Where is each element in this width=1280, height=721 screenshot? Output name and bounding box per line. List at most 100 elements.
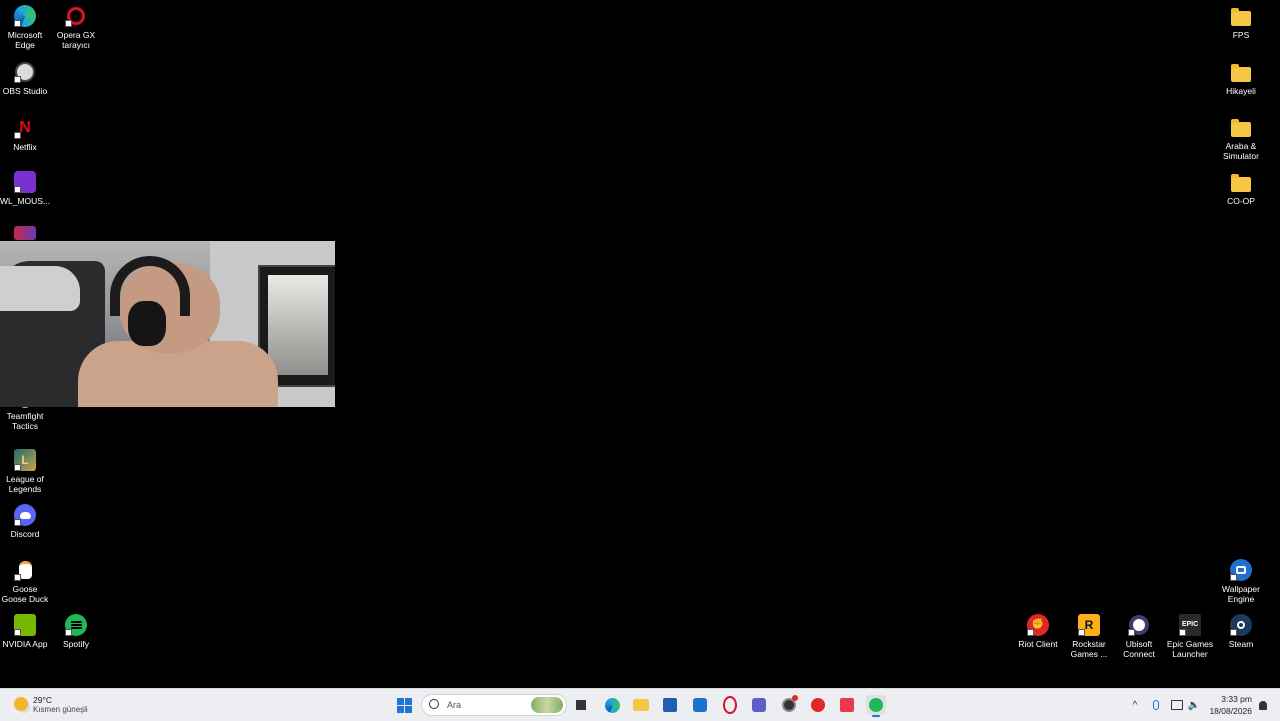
taskbar-valorant[interactable] xyxy=(837,695,857,715)
desktop-icon-mouse-app[interactable]: WL_MOUS... xyxy=(0,171,50,206)
desktop-icon-folder-hikayeli[interactable]: Hikayeli xyxy=(1216,61,1266,96)
desktop-icon-goose[interactable]: Goose Goose Duck xyxy=(0,559,50,604)
desktop-icon-discord[interactable]: Discord xyxy=(0,504,50,539)
search-highlight-icon xyxy=(531,697,563,713)
folder-icon xyxy=(1230,171,1252,193)
desktop-icon-label: Rockstar Games ... xyxy=(1070,639,1108,659)
clock-time: 3:33 pm xyxy=(1221,694,1252,704)
file-explorer-icon xyxy=(633,699,649,711)
desktop-icon-ubisoft[interactable]: Ubisoft Connect xyxy=(1114,614,1164,659)
desktop-icon-label: Hikayeli xyxy=(1226,86,1256,96)
taskbar-file-explorer[interactable] xyxy=(631,695,651,715)
desktop-icon-edge[interactable]: Microsoft Edge xyxy=(0,5,50,50)
desktop-icon-label: Riot Client xyxy=(1018,639,1058,649)
desktop-icon-label: NVIDIA App xyxy=(2,639,48,649)
tray-overflow-chevron-up-icon[interactable]: ^ xyxy=(1128,698,1142,712)
ubisoft-icon xyxy=(1128,614,1150,636)
desktop-icon-folder-coop[interactable]: CO-OP xyxy=(1216,171,1266,206)
desktop-icon-steam[interactable]: Steam xyxy=(1216,614,1266,649)
search-input[interactable]: Ara xyxy=(447,700,461,710)
active-indicator xyxy=(872,715,880,717)
desktop-icon-epic[interactable]: EPIC Epic Games Launcher xyxy=(1165,614,1215,659)
desktop-icon-nvidia[interactable]: NVIDIA App xyxy=(0,614,50,649)
task-view-icon xyxy=(576,700,586,710)
epic-icon: EPIC xyxy=(1179,614,1201,636)
outlook-icon xyxy=(693,698,707,712)
folder-icon xyxy=(1230,5,1252,27)
clock[interactable]: 3:33 pm 18/08/2026 xyxy=(1206,694,1252,716)
taskbar-spotify[interactable] xyxy=(866,695,886,717)
store-icon xyxy=(663,698,677,712)
weather-temp: 29°C xyxy=(33,695,52,705)
riot-icon: ✊ xyxy=(1027,614,1049,636)
desktop-icon-league[interactable]: L League of Legends xyxy=(0,449,50,494)
desktop-icon-label: OBS Studio xyxy=(2,86,48,96)
desktop: Microsoft Edge Opera GX tarayıcı OBS Stu… xyxy=(0,0,1280,688)
desktop-icon-label: CO-OP xyxy=(1227,196,1255,206)
webcam-feed xyxy=(0,241,335,407)
desktop-icon-label: Opera GX tarayıcı xyxy=(56,30,96,50)
opera-gx-icon xyxy=(723,696,737,714)
teams-icon xyxy=(752,698,766,712)
netflix-icon: N xyxy=(14,117,36,139)
desktop-icon-netflix[interactable]: N Netflix xyxy=(0,117,50,153)
headphone-earcup xyxy=(128,301,166,346)
clock-date: 18/08/2026 xyxy=(1209,706,1252,716)
volume-icon[interactable]: 🔈 xyxy=(1187,698,1201,712)
taskbar-search[interactable]: Ara xyxy=(421,694,567,716)
folder-icon xyxy=(1230,116,1252,138)
desktop-icon-folder-fps[interactable]: FPS xyxy=(1216,5,1266,40)
league-icon: L xyxy=(14,449,36,471)
windows-icon xyxy=(396,697,412,713)
rockstar-icon: R xyxy=(1078,614,1100,636)
desktop-icon-label: Netflix xyxy=(13,142,37,152)
desktop-icon-label: Ubisoft Connect xyxy=(1123,639,1155,659)
desktop-icon-spotify[interactable]: Spotify xyxy=(51,614,101,649)
notification-bell-icon[interactable] xyxy=(1256,698,1270,712)
desktop-icon-label: FPS xyxy=(1232,30,1250,40)
taskbar-edge[interactable] xyxy=(602,695,622,715)
taskbar-riot[interactable] xyxy=(808,695,828,715)
desktop-icon-obs[interactable]: OBS Studio xyxy=(0,61,50,96)
desktop-icon-label: Microsoft Edge xyxy=(7,30,43,50)
weather-condition: Kısmen güneşli xyxy=(33,705,88,714)
taskbar-store[interactable] xyxy=(660,695,680,715)
taskbar-teams[interactable] xyxy=(749,695,769,715)
desktop-icon-label: League of Legends xyxy=(6,474,44,494)
desktop-icon-label: Goose Goose Duck xyxy=(1,584,49,604)
nvidia-icon xyxy=(14,614,36,636)
sun-icon xyxy=(14,697,28,711)
search-icon xyxy=(429,699,439,709)
obs-icon xyxy=(14,61,36,83)
network-icon[interactable] xyxy=(1170,698,1184,712)
weather-widget[interactable]: 29°C Kısmen güneşli xyxy=(12,694,102,716)
desktop-icon-label: Wallpaper Engine xyxy=(1222,584,1260,604)
spotify-icon xyxy=(869,698,883,712)
desktop-icon-label: Discord xyxy=(10,529,40,539)
folder-icon xyxy=(1230,61,1252,83)
taskbar-opera-gx[interactable] xyxy=(720,695,740,715)
desktop-icon-label: Araba & Simulator xyxy=(1223,141,1259,161)
microphone-icon[interactable] xyxy=(1149,698,1163,712)
desktop-icon-wallpaper-engine[interactable]: Wallpaper Engine xyxy=(1216,559,1266,604)
desktop-icon-riot[interactable]: ✊ Riot Client xyxy=(1013,614,1063,649)
desktop-icon-rockstar[interactable]: R Rockstar Games ... xyxy=(1064,614,1114,659)
notification-badge-icon xyxy=(792,695,798,701)
start-button[interactable] xyxy=(394,695,414,715)
task-view-button[interactable] xyxy=(571,695,591,715)
desktop-icon-label: Steam xyxy=(1228,639,1254,649)
game-app-icon xyxy=(14,226,36,240)
desktop-icon-label: Teamfight Tactics xyxy=(6,411,44,431)
opera-gx-icon xyxy=(65,5,87,27)
taskbar-outlook[interactable] xyxy=(690,695,710,715)
taskbar-obs[interactable] xyxy=(779,695,799,715)
desktop-icon-label: Spotify xyxy=(63,639,89,649)
wallpaper-engine-icon xyxy=(1230,559,1252,581)
desktop-icon-opera-gx[interactable]: Opera GX tarayıcı xyxy=(51,5,101,50)
desktop-icon-folder-araba[interactable]: Araba & Simulator xyxy=(1216,116,1266,161)
valorant-icon xyxy=(840,698,854,712)
chair-headrest xyxy=(0,266,80,311)
goose-icon xyxy=(14,559,36,581)
spotify-icon xyxy=(65,614,87,636)
discord-icon xyxy=(14,504,36,526)
